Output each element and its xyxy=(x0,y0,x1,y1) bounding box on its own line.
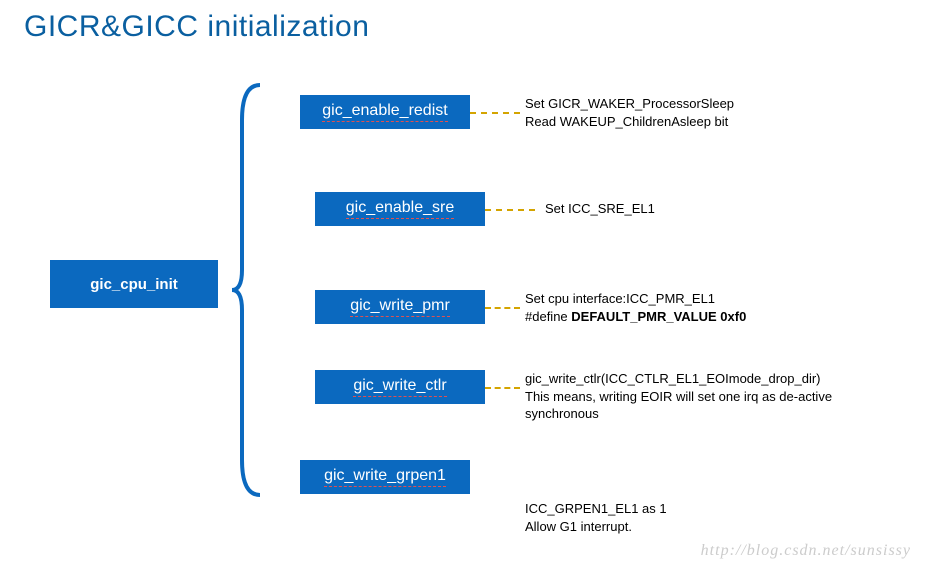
node-label: gic_enable_sre xyxy=(346,199,455,219)
watermark-text: http://blog.csdn.net/sunsissy xyxy=(701,542,911,560)
brace-icon xyxy=(230,80,270,500)
node-gic-write-ctlr: gic_write_ctlr xyxy=(315,370,485,404)
node-label: gic_write_pmr xyxy=(350,297,450,317)
node-gic-enable-sre: gic_enable_sre xyxy=(315,192,485,226)
desc-line: Read WAKEUP_ChildrenAsleep bit xyxy=(525,113,734,131)
connector-line xyxy=(470,112,520,114)
desc-line: Set GICR_WAKER_ProcessorSleep xyxy=(525,95,734,113)
connector-line xyxy=(485,387,520,389)
desc-line: #define DEFAULT_PMR_VALUE 0xf0 xyxy=(525,308,746,326)
node-desc: Set ICC_SRE_EL1 xyxy=(545,200,655,218)
node-label: gic_write_ctlr xyxy=(353,377,446,397)
desc-line: Allow G1 interrupt. xyxy=(525,518,667,536)
desc-line: This means, writing EOIR will set one ir… xyxy=(525,388,832,406)
desc-line: synchronous xyxy=(525,405,832,423)
node-desc: ICC_GRPEN1_EL1 as 1 Allow G1 interrupt. xyxy=(525,500,667,535)
desc-line: Set ICC_SRE_EL1 xyxy=(545,200,655,218)
node-desc: Set GICR_WAKER_ProcessorSleep Read WAKEU… xyxy=(525,95,734,130)
node-gic-write-pmr: gic_write_pmr xyxy=(315,290,485,324)
page-title: GICR&GICC initialization xyxy=(24,10,369,44)
desc-line: ICC_GRPEN1_EL1 as 1 xyxy=(525,500,667,518)
node-label: gic_write_grpen1 xyxy=(324,467,446,487)
root-node: gic_cpu_init xyxy=(50,260,218,308)
connector-line xyxy=(485,209,535,211)
node-desc: Set cpu interface:ICC_PMR_EL1 #define DE… xyxy=(525,290,746,325)
desc-line: gic_write_ctlr(ICC_CTLR_EL1_EOImode_drop… xyxy=(525,370,832,388)
node-desc: gic_write_ctlr(ICC_CTLR_EL1_EOImode_drop… xyxy=(525,370,832,423)
connector-line xyxy=(485,307,520,309)
bold-text: DEFAULT_PMR_VALUE 0xf0 xyxy=(571,309,746,324)
desc-line: Set cpu interface:ICC_PMR_EL1 xyxy=(525,290,746,308)
node-label: gic_enable_redist xyxy=(322,102,447,122)
node-gic-enable-redist: gic_enable_redist xyxy=(300,95,470,129)
node-gic-write-grpen1: gic_write_grpen1 xyxy=(300,460,470,494)
